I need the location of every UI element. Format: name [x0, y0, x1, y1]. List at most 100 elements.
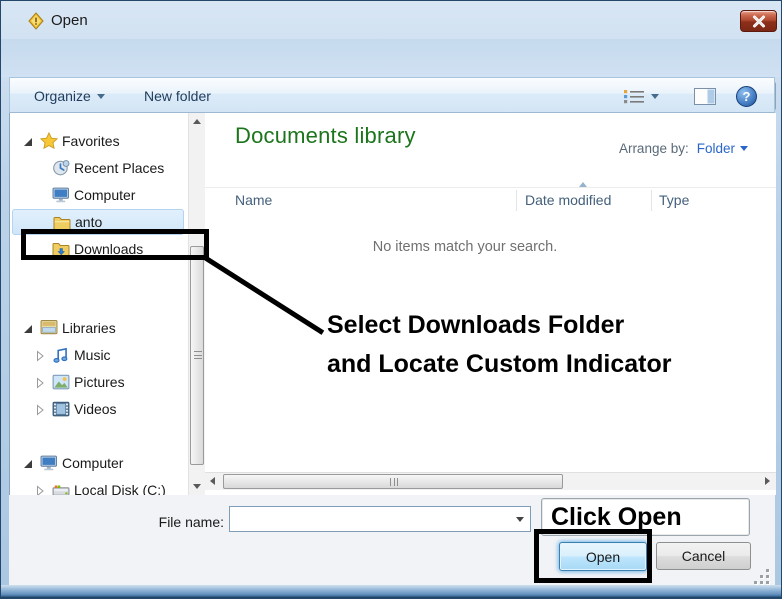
horizontal-scrollbar[interactable]	[205, 472, 776, 490]
sidebar-group-label: Libraries	[62, 320, 116, 336]
sidebar-item-local-disk[interactable]: Local Disk (C:)	[10, 477, 188, 495]
sidebar-item-computer-fav[interactable]: Computer	[10, 182, 188, 208]
expanded-arrow-icon[interactable]	[22, 323, 34, 335]
app-diamond-icon	[27, 12, 45, 30]
arrange-caret-icon	[740, 146, 748, 151]
computer-icon	[40, 454, 58, 472]
sidebar-group-favorites[interactable]: Favorites	[10, 128, 188, 154]
folder-icon	[53, 214, 71, 232]
scroll-down-button[interactable]	[189, 478, 206, 495]
music-icon	[52, 346, 70, 364]
scroll-left-button[interactable]	[205, 473, 222, 491]
cancel-button[interactable]: Cancel	[656, 542, 751, 570]
file-name-input[interactable]	[234, 509, 504, 529]
sidebar-group-libraries[interactable]: Libraries	[10, 315, 188, 341]
window-title: Open	[51, 12, 88, 29]
organize-label: Organize	[34, 88, 91, 104]
recent-places-icon	[52, 159, 70, 177]
dialog-footer: File name: Click Open Open Cancel	[9, 495, 775, 587]
sidebar-item-label: Recent Places	[74, 160, 164, 176]
downloads-folder-icon	[52, 240, 70, 258]
dialog-content: Favorites Recent Places Computer	[9, 113, 775, 495]
collapsed-arrow-icon[interactable]	[34, 350, 46, 362]
column-header-row: Name Date modified Type	[205, 187, 776, 213]
preview-pane-icon	[694, 88, 716, 105]
empty-folder-message: No items match your search.	[285, 239, 645, 255]
cancel-button-label: Cancel	[682, 548, 726, 564]
file-name-label: File name:	[139, 514, 224, 530]
star-icon	[40, 132, 58, 150]
library-title: Documents library	[235, 123, 416, 149]
column-header-name[interactable]: Name	[235, 192, 272, 208]
help-button[interactable]: ?	[736, 86, 757, 106]
sidebar-group-label: Computer	[62, 455, 123, 471]
file-list-pane: Documents library Arrange by: Folder Nam…	[205, 113, 776, 495]
sidebar-group-label: Favorites	[62, 133, 120, 149]
views-button[interactable]	[624, 86, 659, 106]
horizontal-scrollbar-thumb[interactable]	[223, 474, 563, 489]
scroll-up-button[interactable]	[189, 113, 206, 130]
sidebar-item-pictures[interactable]: Pictures	[10, 369, 188, 395]
close-icon	[752, 15, 766, 28]
column-header-date-modified[interactable]: Date modified	[525, 192, 611, 208]
sidebar-item-label: Pictures	[74, 374, 125, 390]
organize-caret-icon	[97, 94, 105, 99]
annotation-select-downloads-text: Select Downloads Folder and Locate Custo…	[318, 306, 681, 384]
open-button-label: Open	[586, 549, 620, 565]
sidebar-item-anto[interactable]: anto	[12, 209, 184, 235]
sidebar-item-label: Computer	[74, 187, 135, 203]
libraries-icon	[40, 318, 58, 336]
sidebar-item-label: Downloads	[74, 241, 143, 257]
title-bar: Open	[1, 1, 782, 39]
column-separator[interactable]	[516, 190, 517, 211]
arrange-by-label: Arrange by:	[619, 141, 689, 156]
expanded-arrow-icon[interactable]	[22, 136, 34, 148]
annotation-line-1: Select Downloads Folder	[318, 306, 634, 345]
sidebar-item-label: Local Disk (C:)	[74, 482, 166, 495]
collapsed-arrow-icon[interactable]	[34, 485, 46, 495]
sidebar-item-label: Videos	[74, 401, 117, 417]
videos-icon	[52, 400, 70, 418]
collapsed-arrow-icon[interactable]	[34, 404, 46, 416]
annotation-click-open: Click Open	[541, 498, 750, 536]
views-caret-icon	[651, 94, 659, 99]
open-dialog-window: Open « Documents	[0, 0, 782, 599]
sort-ascending-icon	[579, 182, 587, 187]
expanded-arrow-icon[interactable]	[22, 458, 34, 470]
sidebar-item-label: anto	[75, 214, 102, 230]
new-folder-label: New folder	[144, 88, 211, 104]
column-separator[interactable]	[651, 190, 652, 211]
navigation-pane: Favorites Recent Places Computer	[10, 113, 188, 495]
navigation-bar: « Documents web	[1, 39, 782, 77]
arrange-by-value: Folder	[697, 141, 735, 156]
arrange-by: Arrange by: Folder	[619, 141, 748, 156]
sidebar-item-label: Music	[74, 347, 111, 363]
sidebar-item-music[interactable]: Music	[10, 342, 188, 368]
sidebar-item-downloads[interactable]: Downloads	[10, 236, 188, 262]
file-name-combobox[interactable]	[229, 506, 531, 532]
pictures-icon	[52, 373, 70, 391]
views-icon	[624, 89, 645, 104]
close-button[interactable]	[740, 10, 777, 32]
column-header-type[interactable]: Type	[659, 192, 689, 208]
annotation-click-open-text: Click Open	[551, 503, 682, 531]
arrange-by-dropdown[interactable]: Folder	[697, 141, 748, 156]
help-icon: ?	[736, 86, 757, 107]
annotation-line-2: and Locate Custom Indicator	[318, 345, 681, 384]
preview-pane-button[interactable]	[694, 86, 716, 106]
command-toolbar: Organize New folder ?	[9, 77, 775, 113]
sidebar-item-recent-places[interactable]: Recent Places	[10, 155, 188, 181]
open-button[interactable]: Open	[559, 542, 647, 571]
collapsed-arrow-icon[interactable]	[34, 377, 46, 389]
computer-icon	[52, 186, 70, 204]
resize-grip[interactable]	[753, 569, 771, 585]
sidebar-group-computer[interactable]: Computer	[10, 450, 188, 476]
sidebar-item-videos[interactable]: Videos	[10, 396, 188, 422]
scroll-right-button[interactable]	[759, 473, 776, 491]
sidebar-scrollbar-thumb[interactable]	[190, 246, 204, 465]
new-folder-button[interactable]: New folder	[144, 86, 211, 106]
organize-menu-button[interactable]: Organize	[34, 86, 105, 106]
sidebar-scrollbar[interactable]	[188, 113, 205, 495]
local-disk-icon	[52, 482, 70, 495]
file-name-dropdown-icon[interactable]	[516, 517, 524, 522]
